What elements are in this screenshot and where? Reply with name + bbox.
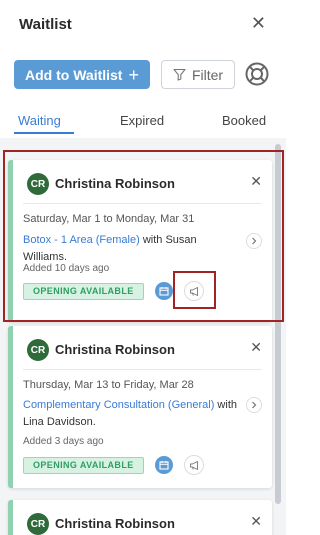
avatar: CR xyxy=(27,339,49,361)
tab-expired[interactable]: Expired xyxy=(120,113,164,128)
close-panel-button[interactable]: ✕ xyxy=(251,13,266,33)
service-description: Botox - 1 Area (Female) with Susan Willi… xyxy=(23,232,243,266)
calendar-icon xyxy=(159,461,169,470)
waitlist-card: CR Christina Robinson ✕ Thursday, Mar 13… xyxy=(8,326,272,488)
calendar-icon xyxy=(159,287,169,296)
service-description: Complementary Consultation (General) wit… xyxy=(23,397,243,431)
client-name[interactable]: Christina Robinson xyxy=(55,342,175,357)
add-to-waitlist-button[interactable]: Add to Waitlist + xyxy=(14,60,150,89)
waitlist-tabs: Waiting Expired Booked xyxy=(0,108,286,134)
add-to-waitlist-label: Add to Waitlist xyxy=(25,66,123,83)
status-badge: OPENING AVAILABLE xyxy=(23,283,144,300)
plus-icon: + xyxy=(128,64,139,85)
notify-client-button[interactable] xyxy=(184,281,204,301)
megaphone-icon xyxy=(189,460,198,470)
tab-waiting[interactable]: Waiting xyxy=(18,113,61,128)
status-badge: OPENING AVAILABLE xyxy=(23,457,144,474)
avatar: CR xyxy=(27,513,49,535)
remove-card-button[interactable]: ✕ xyxy=(250,514,262,528)
chevron-right-icon xyxy=(252,237,257,245)
avatar: CR xyxy=(27,173,49,195)
date-range: Saturday, Mar 1 to Monday, Mar 31 xyxy=(23,213,195,225)
client-name[interactable]: Christina Robinson xyxy=(55,176,175,191)
list-scrollbar[interactable] xyxy=(275,144,281,504)
lifebuoy-icon xyxy=(245,62,269,86)
active-tab-indicator xyxy=(14,132,74,134)
expand-details-button[interactable] xyxy=(246,397,262,413)
book-appointment-button[interactable] xyxy=(155,456,173,474)
card-divider xyxy=(23,203,262,204)
panel-header: Waitlist ✕ xyxy=(0,0,286,48)
filter-button[interactable]: Filter xyxy=(161,60,235,89)
service-link[interactable]: Complementary Consultation (General) xyxy=(23,399,214,411)
expand-details-button[interactable] xyxy=(246,233,262,249)
waitlist-card: CR Christina Robinson ✕ xyxy=(8,500,272,535)
waitlist-list[interactable]: CR Christina Robinson ✕ Saturday, Mar 1 … xyxy=(0,138,286,535)
chevron-right-icon xyxy=(252,401,257,409)
filter-icon xyxy=(173,68,186,81)
client-name[interactable]: Christina Robinson xyxy=(55,516,175,531)
waitlist-card: CR Christina Robinson ✕ Saturday, Mar 1 … xyxy=(8,160,272,322)
added-time: Added 3 days ago xyxy=(23,436,104,447)
toolbar: Add to Waitlist + Filter xyxy=(0,58,286,92)
panel-title: Waitlist xyxy=(19,16,72,33)
remove-card-button[interactable]: ✕ xyxy=(250,340,262,354)
added-time: Added 10 days ago xyxy=(23,263,110,274)
remove-card-button[interactable]: ✕ xyxy=(250,174,262,188)
filter-label: Filter xyxy=(191,66,224,83)
service-link[interactable]: Botox - 1 Area (Female) xyxy=(23,234,140,246)
card-divider xyxy=(23,369,262,370)
date-range: Thursday, Mar 13 to Friday, Mar 28 xyxy=(23,379,194,391)
notify-client-button[interactable] xyxy=(184,455,204,475)
waitlist-panel: Waitlist ✕ Add to Waitlist + Filter Wait… xyxy=(0,0,286,535)
help-button[interactable] xyxy=(244,61,270,87)
tab-booked[interactable]: Booked xyxy=(222,113,266,128)
megaphone-icon xyxy=(189,286,198,296)
book-appointment-button[interactable] xyxy=(155,282,173,300)
